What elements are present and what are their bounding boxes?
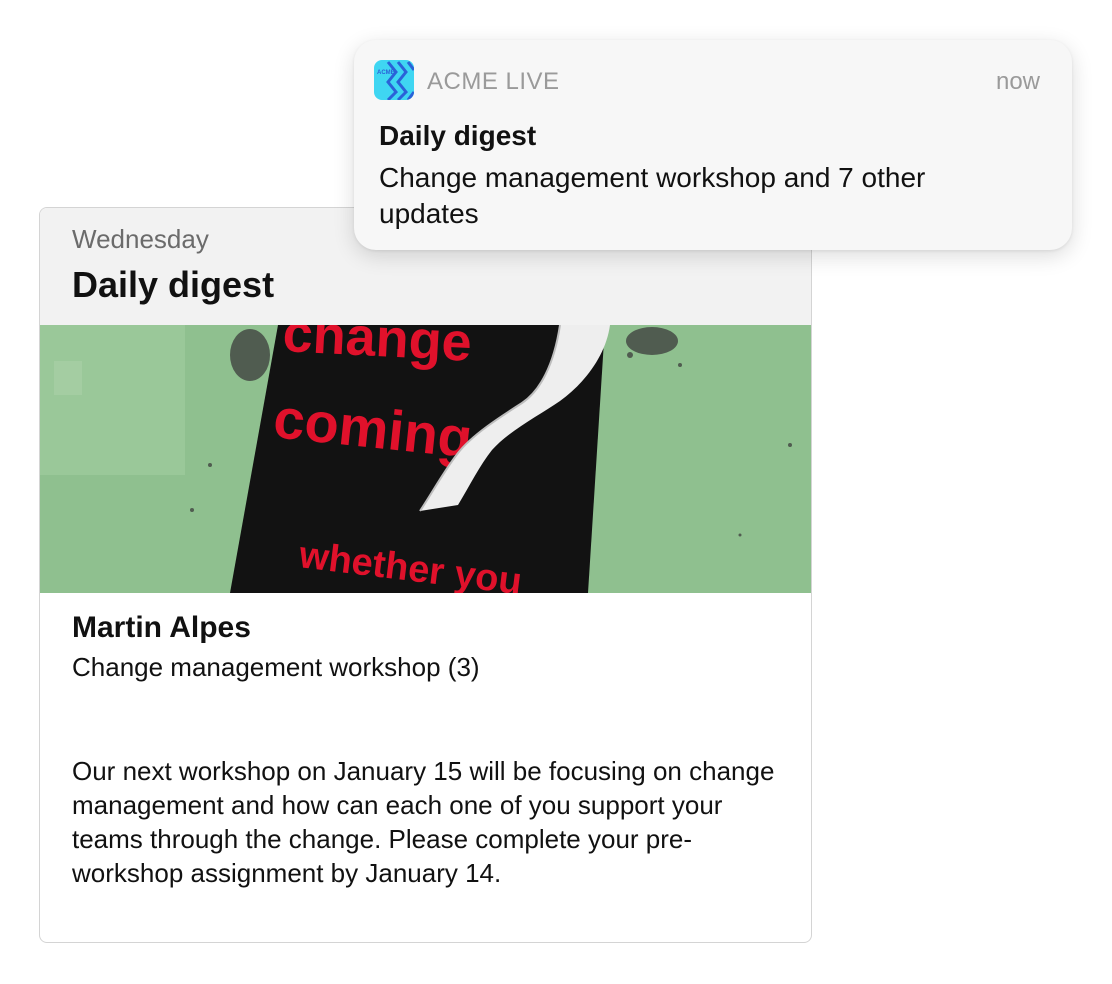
digest-subject: Change management workshop (3): [72, 652, 480, 682]
digest-body: Our next workshop on January 15 will be …: [72, 756, 775, 888]
digest-hero-image: change coming, whether you: [40, 325, 811, 593]
notification-body: Change management workshop and 7 other u…: [379, 162, 926, 229]
notification-banner[interactable]: ACME ACME LIVE now Daily digest Change m…: [354, 40, 1072, 250]
notification-title: Daily digest: [379, 120, 537, 151]
author-name: Martin Alpes: [72, 611, 251, 644]
poster-photo: change coming, whether you: [40, 325, 811, 593]
digest-day: Wednesday: [72, 224, 209, 254]
stage: Wednesday Daily digest change coming, wh…: [0, 0, 1112, 984]
digest-card[interactable]: Wednesday Daily digest change coming, wh…: [39, 207, 812, 943]
app-icon-lettering: ACME: [377, 70, 395, 76]
notification-time: now: [995, 68, 1040, 95]
notification-app-name: ACME LIVE: [427, 68, 560, 95]
acme-live-app-icon: ACME: [374, 60, 414, 100]
digest-title: Daily digest: [72, 264, 275, 305]
